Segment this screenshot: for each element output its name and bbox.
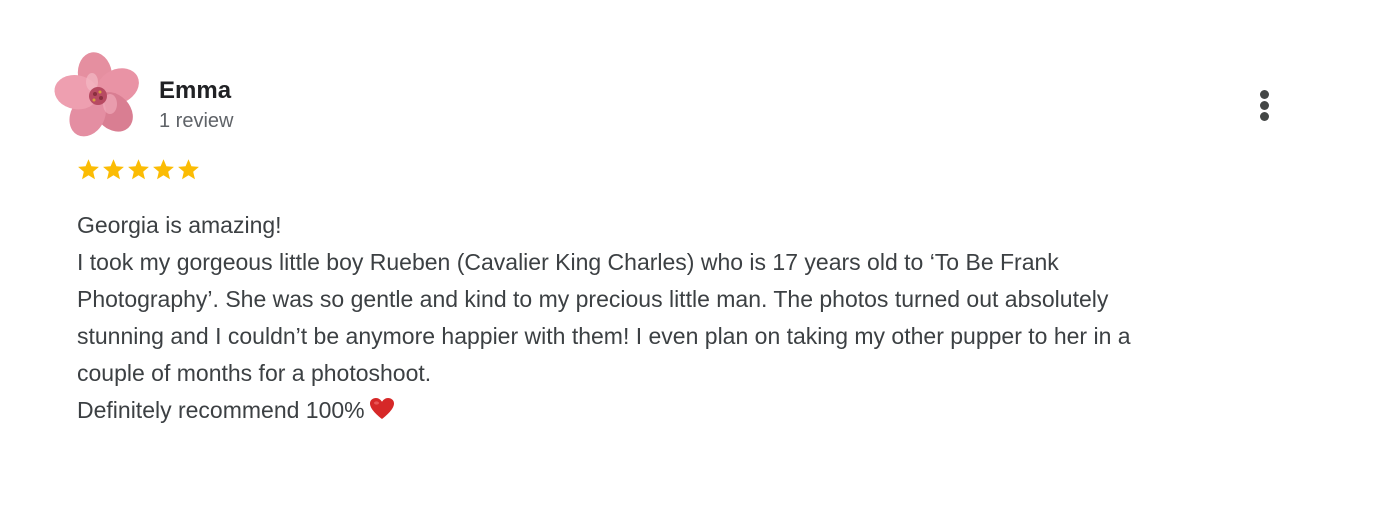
star-icon — [178, 159, 199, 180]
red-heart-icon — [369, 398, 394, 419]
review-count[interactable]: 1 review — [159, 109, 233, 133]
more-vert-icon — [1260, 90, 1269, 99]
star-icon — [128, 159, 149, 180]
star-icon — [153, 159, 174, 180]
review-line: Definitely recommend 100% — [77, 397, 365, 423]
review-line: stunning and I couldn’t be anymore happi… — [77, 323, 1131, 349]
review-text: Georgia is amazing! I took my gorgeous l… — [77, 207, 1317, 429]
star-icon — [103, 159, 124, 180]
reviewer-avatar[interactable] — [50, 50, 146, 146]
review-line: Photography’. She was so gentle and kind… — [77, 286, 1109, 312]
pink-flower-icon — [54, 52, 139, 137]
review-line: couple of months for a photoshoot. — [77, 360, 432, 386]
review-line: I took my gorgeous little boy Rueben (Ca… — [77, 249, 1059, 275]
review-line: Georgia is amazing! — [77, 212, 282, 238]
more-options-button[interactable] — [1248, 86, 1282, 126]
star-icon — [78, 159, 99, 180]
review-line-last: Definitely recommend 100% — [77, 392, 1317, 429]
reviewer-name[interactable]: Emma — [159, 76, 231, 106]
more-vert-icon-dot — [1260, 101, 1269, 110]
more-vert-icon-dot — [1260, 112, 1269, 121]
review-card: Emma 1 review Georgia is amazing! I took… — [0, 0, 1383, 512]
star-rating — [76, 156, 201, 186]
